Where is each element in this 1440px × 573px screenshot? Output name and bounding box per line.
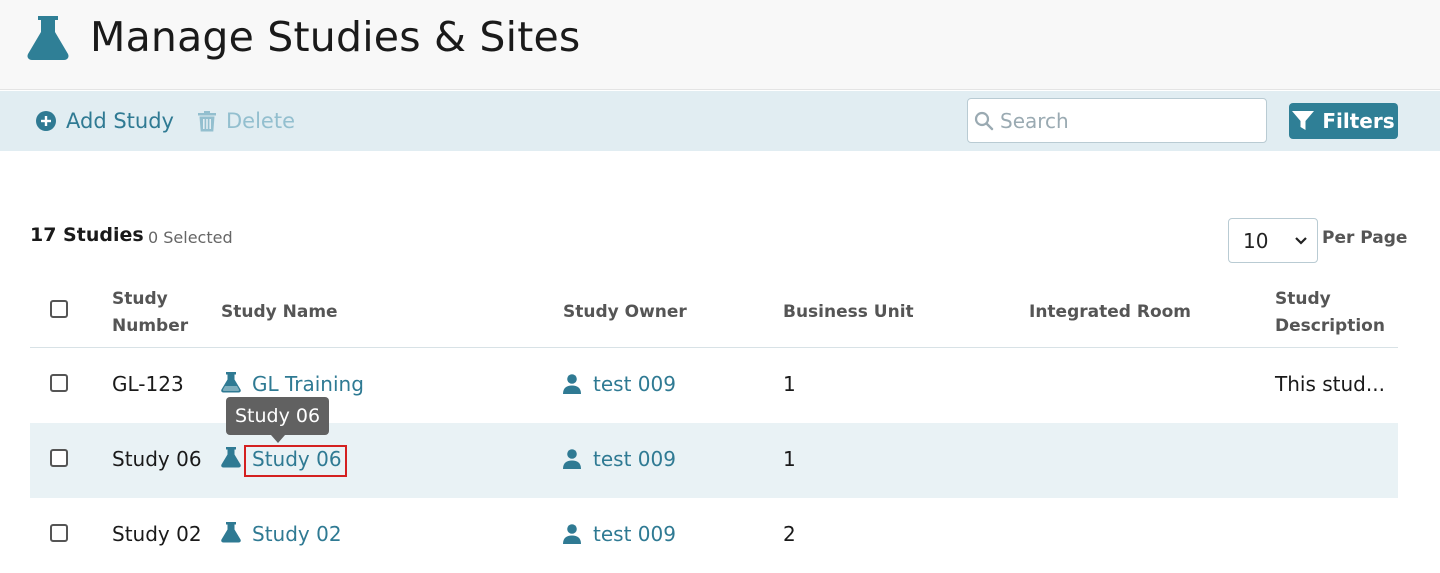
delete-button[interactable]: Delete (198, 106, 295, 136)
flask-icon (221, 372, 241, 393)
plus-circle-icon (36, 111, 56, 131)
per-page-label: Per Page (1322, 228, 1408, 248)
column-header-study-name[interactable]: Study Name (221, 299, 338, 326)
add-study-button[interactable]: Add Study (36, 106, 174, 136)
flask-icon (27, 16, 69, 60)
toolbar: Add Study Delete Filters (0, 91, 1440, 151)
study-number: GL-123 (112, 372, 184, 396)
study-description: This stud... (1275, 372, 1385, 396)
chevron-down-icon (1295, 237, 1307, 245)
study-owner-link[interactable]: test 009 (593, 522, 676, 546)
filters-button[interactable]: Filters (1289, 103, 1398, 139)
column-header-study-owner[interactable]: Study Owner (563, 299, 687, 326)
page-header: Manage Studies & Sites (0, 0, 1440, 90)
tooltip-arrow (271, 435, 285, 443)
business-unit: 2 (783, 522, 796, 546)
search-input[interactable] (1000, 108, 1250, 133)
column-header-study-description[interactable]: Study Description (1275, 286, 1390, 340)
delete-label: Delete (226, 109, 295, 133)
focus-outline (244, 445, 347, 477)
filters-label: Filters (1322, 109, 1395, 133)
row-checkbox[interactable] (50, 374, 68, 392)
search-icon (974, 111, 994, 130)
study-name-link[interactable]: GL Training (252, 372, 364, 396)
flask-icon (221, 522, 241, 543)
study-number: Study 02 (112, 522, 202, 546)
tooltip: Study 06 (226, 397, 329, 435)
business-unit: 1 (783, 372, 796, 396)
column-header-integrated-room[interactable]: Integrated Room (1029, 299, 1191, 326)
row-checkbox[interactable] (50, 524, 68, 542)
studies-count: 17 Studies (30, 224, 144, 246)
per-page-select[interactable]: 10 (1228, 218, 1318, 263)
study-owner-link[interactable]: test 009 (593, 447, 676, 471)
filter-icon (1292, 111, 1315, 130)
user-icon (563, 374, 581, 394)
user-icon (563, 449, 581, 469)
business-unit: 1 (783, 447, 796, 471)
selected-count: 0 Selected (148, 228, 233, 247)
search-box (967, 98, 1267, 143)
study-owner-link[interactable]: test 009 (593, 372, 676, 396)
row-checkbox[interactable] (50, 449, 68, 467)
table-row: Study 02 Study 02 test 009 2 (30, 498, 1398, 573)
user-icon (563, 524, 581, 544)
per-page-value: 10 (1243, 228, 1269, 253)
column-header-study-number[interactable]: Study Number (112, 286, 202, 340)
column-header-business-unit[interactable]: Business Unit (783, 299, 914, 326)
study-number: Study 06 (112, 447, 202, 471)
select-all-checkbox[interactable] (50, 300, 68, 318)
trash-icon (198, 110, 216, 131)
page-title: Manage Studies & Sites (90, 13, 581, 61)
flask-icon (221, 447, 241, 468)
add-study-label: Add Study (66, 109, 174, 133)
study-name-link[interactable]: Study 02 (252, 522, 342, 546)
